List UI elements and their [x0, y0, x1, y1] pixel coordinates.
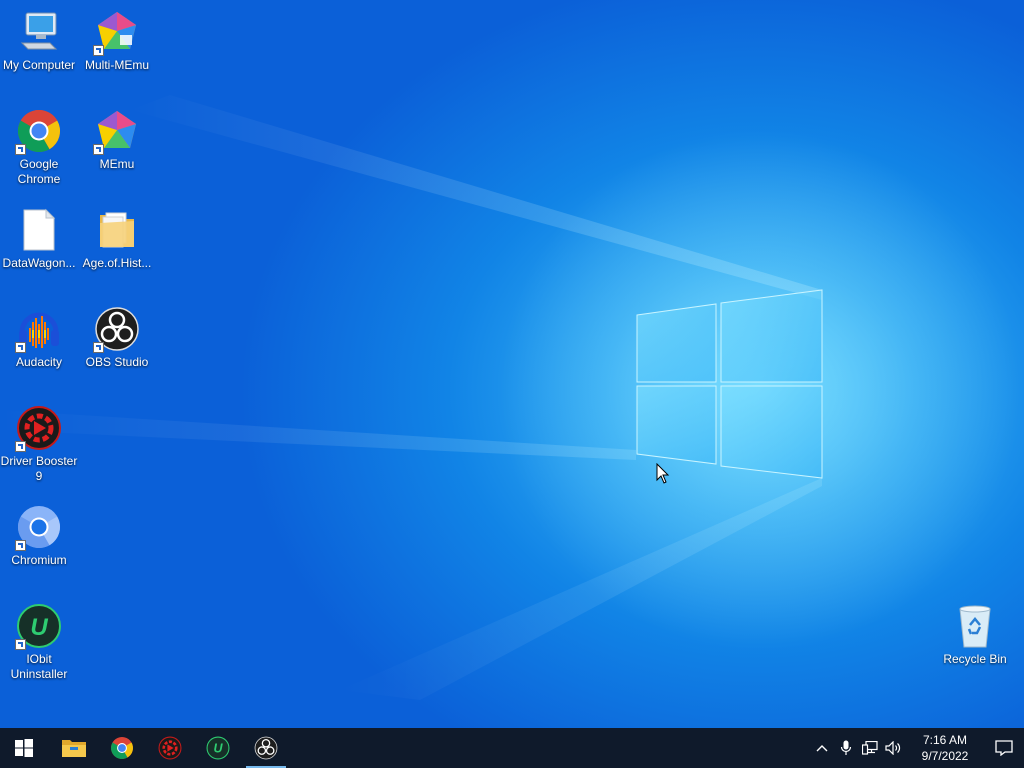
driver-booster-icon [15, 404, 63, 452]
file-explorer-icon [62, 740, 86, 757]
clock-date: 9/7/2022 [921, 749, 969, 763]
desktop-icon-label: Multi-MEmu [84, 58, 149, 72]
shortcut-arrow-icon [93, 342, 104, 353]
desktop[interactable]: My Computer Google Chrome DataWagon... A… [0, 0, 1024, 728]
chrome-icon [111, 737, 133, 759]
desktop-icon-label: Chromium [11, 553, 67, 567]
desktop-icon-label: Google Chrome [17, 157, 61, 186]
desktop-icon-label: Driver Booster 9 [0, 454, 78, 483]
network-tray-button[interactable] [858, 728, 882, 768]
desktop-icon-label: DataWagon... [2, 256, 76, 270]
volume-tray-button[interactable] [882, 728, 906, 768]
start-button[interactable] [0, 728, 48, 768]
desktop-icon-label: IObit Uninstaller [10, 652, 68, 681]
svg-text:U: U [30, 614, 48, 641]
desktop-icon-multi-memu[interactable]: Multi-MEmu [78, 8, 156, 73]
folder-icon [93, 206, 141, 254]
desktop-icon-google-chrome[interactable]: Google Chrome [0, 107, 78, 187]
taskbar: U 7:16 AM 9/7/2022 [0, 728, 1024, 768]
desktop-icon-iobit-uninstaller[interactable]: U IObit Uninstaller [0, 602, 78, 682]
desktop-icon-audacity[interactable]: Audacity [0, 305, 78, 370]
desktop-icon-memu[interactable]: MEmu [78, 107, 156, 172]
taskbar-iobit-uninstaller[interactable]: U [194, 728, 242, 768]
obs-icon [93, 305, 141, 353]
shortcut-arrow-icon [15, 342, 26, 353]
multi-memu-icon [93, 8, 141, 56]
shortcut-arrow-icon [15, 540, 26, 551]
desktop-icon-label: Age.of.Hist... [82, 256, 152, 270]
desktop-icon-label: Audacity [15, 355, 63, 369]
iobit-uninstaller-icon: U [15, 602, 63, 650]
shortcut-arrow-icon [93, 144, 104, 155]
desktop-icon-recycle-bin[interactable]: Recycle Bin [936, 602, 1014, 667]
svg-text:U: U [213, 742, 223, 756]
memu-icon [93, 107, 141, 155]
taskbar-clock[interactable]: 7:16 AM 9/7/2022 [906, 732, 984, 764]
desktop-icon-datawagon[interactable]: DataWagon... [0, 206, 78, 271]
system-tray: 7:16 AM 9/7/2022 [810, 728, 1024, 768]
document-icon [15, 206, 63, 254]
action-center-button[interactable] [984, 728, 1024, 768]
shortcut-arrow-icon [93, 45, 104, 56]
taskbar-file-explorer[interactable] [50, 728, 98, 768]
taskbar-obs-studio[interactable] [242, 728, 290, 768]
desktop-icon-label: OBS Studio [85, 355, 149, 369]
chromium-icon [15, 503, 63, 551]
iobit-uninstaller-icon: U [206, 736, 230, 760]
desktop-icon-label: My Computer [2, 58, 76, 72]
windows-start-icon [15, 739, 33, 757]
microphone-icon [840, 740, 852, 755]
notification-icon [995, 740, 1013, 756]
desktop-icon-my-computer[interactable]: My Computer [0, 8, 78, 73]
volume-icon [885, 741, 901, 755]
driver-booster-icon [158, 736, 182, 760]
taskbar-driver-booster[interactable] [146, 728, 194, 768]
network-icon [862, 741, 878, 755]
desktop-icon-chromium[interactable]: Chromium [0, 503, 78, 568]
mouse-cursor-icon [656, 463, 670, 484]
microphone-tray-button[interactable] [834, 728, 858, 768]
obs-icon [254, 736, 278, 760]
desktop-icon-age-of-history[interactable]: Age.of.Hist... [78, 206, 156, 271]
show-hidden-icons-button[interactable] [810, 728, 834, 768]
desktop-icon-driver-booster[interactable]: Driver Booster 9 [0, 404, 78, 484]
computer-icon [15, 8, 63, 56]
audacity-icon [15, 305, 63, 353]
recycle-bin-icon [951, 602, 999, 650]
desktop-icon-obs-studio[interactable]: OBS Studio [78, 305, 156, 370]
taskbar-chrome[interactable] [98, 728, 146, 768]
chevron-up-icon [816, 745, 828, 752]
desktop-icon-label: MEmu [99, 157, 135, 171]
desktop-icon-label: Recycle Bin [943, 652, 1007, 666]
shortcut-arrow-icon [15, 639, 26, 650]
chrome-icon [15, 107, 63, 155]
shortcut-arrow-icon [15, 441, 26, 452]
shortcut-arrow-icon [15, 144, 26, 155]
clock-time: 7:16 AM [922, 733, 968, 747]
